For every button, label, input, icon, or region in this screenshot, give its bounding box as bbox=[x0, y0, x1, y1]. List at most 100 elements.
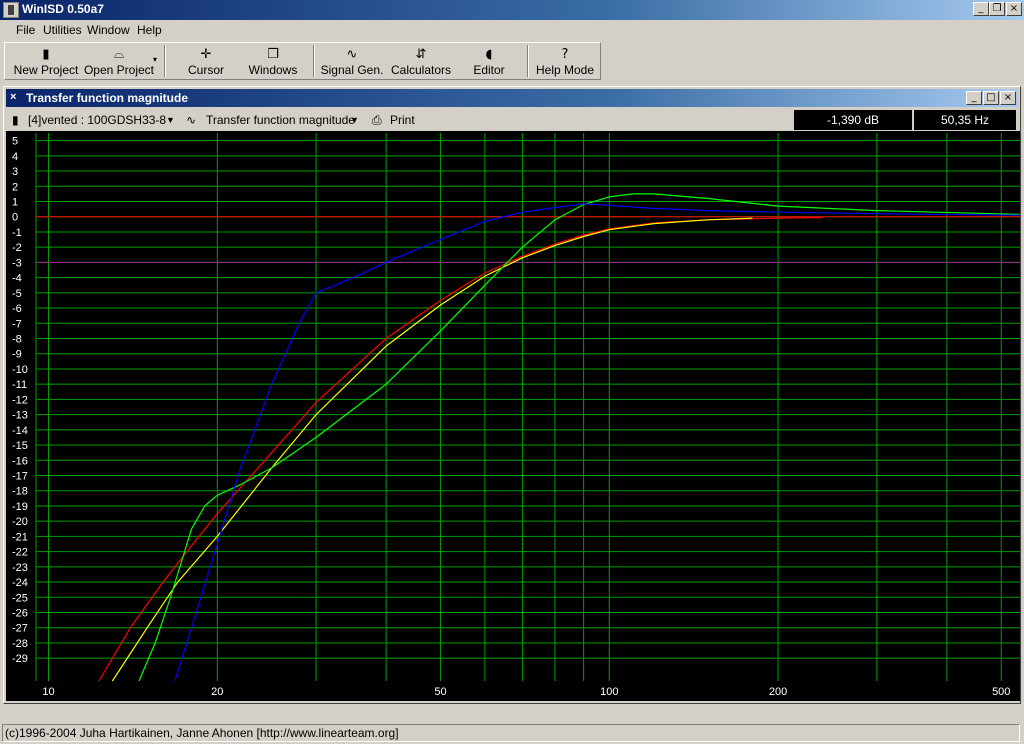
open-folder-icon: ⌓ bbox=[113, 47, 125, 62]
new-project-icon: ▮ bbox=[42, 47, 50, 62]
graph-wave-icon: ∿ bbox=[186, 113, 197, 127]
y-tick-label: -12 bbox=[12, 394, 28, 406]
child-close-button[interactable]: × bbox=[1000, 91, 1016, 105]
y-tick-label: -22 bbox=[12, 547, 28, 559]
y-tick-label: 1 bbox=[12, 197, 18, 209]
x-tick-label: 20 bbox=[211, 686, 223, 698]
db-readout: -1,390 dB bbox=[794, 110, 912, 130]
crosshair-icon: ✛ bbox=[200, 47, 212, 62]
toolbar-separator bbox=[527, 45, 529, 77]
print-button[interactable]: Print bbox=[390, 113, 415, 127]
y-tick-label: -19 bbox=[12, 501, 28, 513]
y-tick-label: 4 bbox=[12, 151, 18, 163]
y-tick-label: -3 bbox=[12, 257, 22, 269]
signal-gen-label: Signal Gen. bbox=[320, 63, 384, 77]
y-tick-label: -2 bbox=[12, 242, 22, 254]
project-icon: ▮ bbox=[12, 113, 19, 127]
child-minimize-button[interactable]: _ bbox=[966, 91, 982, 105]
series-line bbox=[138, 193, 1021, 682]
help-mode-label: Help Mode bbox=[535, 63, 595, 77]
y-tick-label: -24 bbox=[12, 577, 28, 589]
copyright-text: (c)1996-2004 Juha Hartikainen, Janne Aho… bbox=[2, 724, 1020, 742]
y-tick-label: -21 bbox=[12, 531, 28, 543]
y-tick-label: -29 bbox=[12, 653, 28, 665]
main-toolbar: ▮ New Project ⌓ Open Project ▾ ✛ Cursor … bbox=[4, 42, 601, 80]
close-button[interactable]: × bbox=[1006, 2, 1022, 16]
open-project-button[interactable]: ⌓ Open Project bbox=[81, 45, 157, 79]
child-window-icon[interactable]: × bbox=[10, 91, 16, 103]
open-project-label: Open Project bbox=[83, 63, 155, 77]
y-tick-label: -11 bbox=[12, 379, 27, 391]
editor-label: Editor bbox=[473, 63, 505, 77]
menu-window[interactable]: Window bbox=[87, 23, 130, 37]
transfer-function-chart[interactable]: 543210-1-2-3-4-5-6-7-8-9-10-11-12-13-14-… bbox=[6, 131, 1021, 701]
y-tick-label: -4 bbox=[12, 273, 22, 285]
series-line bbox=[174, 203, 1021, 682]
app-icon[interactable] bbox=[3, 2, 19, 18]
y-tick-label: -16 bbox=[12, 455, 28, 467]
x-tick-label: 50 bbox=[434, 686, 446, 698]
y-tick-label: -25 bbox=[12, 592, 28, 604]
y-tick-label: -15 bbox=[12, 440, 28, 452]
y-tick-label: -26 bbox=[12, 608, 28, 620]
y-tick-label: -23 bbox=[12, 562, 28, 574]
series-line bbox=[98, 216, 823, 682]
transfer-function-window: × Transfer function magnitude _ □ × ▮ [4… bbox=[3, 86, 1021, 704]
y-tick-label: -5 bbox=[12, 288, 22, 300]
y-tick-label: -6 bbox=[12, 303, 22, 315]
y-tick-label: -1 bbox=[12, 227, 22, 239]
project-dropdown-icon[interactable]: ▼ bbox=[166, 115, 175, 125]
y-tick-label: -9 bbox=[12, 349, 22, 361]
app-title-bar: WinISD 0.50a7 _ ❐ × bbox=[0, 0, 1024, 20]
menu-utilities[interactable]: Utilities bbox=[43, 23, 82, 37]
editor-icon: ◖ bbox=[485, 47, 493, 62]
menu-help[interactable]: Help bbox=[137, 23, 162, 37]
x-tick-label: 100 bbox=[600, 686, 618, 698]
windows-icon: ❐ bbox=[267, 47, 279, 62]
windows-button[interactable]: ❐ Windows bbox=[241, 45, 305, 79]
calculators-label: Calculators bbox=[390, 63, 452, 77]
open-project-dropdown-icon[interactable]: ▾ bbox=[153, 55, 157, 64]
y-tick-label: -13 bbox=[12, 410, 28, 422]
y-tick-label: -27 bbox=[12, 623, 28, 635]
cursor-button[interactable]: ✛ Cursor bbox=[173, 45, 239, 79]
status-bar: (c)1996-2004 Juha Hartikainen, Janne Aho… bbox=[0, 722, 1024, 744]
cursor-label: Cursor bbox=[187, 63, 224, 77]
new-project-button[interactable]: ▮ New Project bbox=[13, 45, 79, 79]
calculators-button[interactable]: ⇵ Calculators bbox=[389, 45, 453, 79]
app-title: WinISD 0.50a7 bbox=[22, 2, 104, 16]
y-tick-label: -14 bbox=[12, 425, 28, 437]
graph-select[interactable]: Transfer function magnitude bbox=[206, 113, 355, 127]
y-tick-label: -20 bbox=[12, 516, 28, 528]
question-icon: ? bbox=[561, 47, 569, 62]
toolbar-separator bbox=[164, 45, 166, 77]
y-tick-label: -8 bbox=[12, 334, 22, 346]
restore-button[interactable]: ❐ bbox=[989, 2, 1005, 16]
y-tick-label: -10 bbox=[12, 364, 28, 376]
project-select[interactable]: [4]vented : 100GDSH33-8 bbox=[28, 113, 166, 127]
new-project-label: New Project bbox=[13, 63, 79, 77]
child-window-title: Transfer function magnitude bbox=[26, 91, 189, 105]
minimize-button[interactable]: _ bbox=[973, 2, 989, 16]
hz-readout: 50,35 Hz bbox=[914, 110, 1016, 130]
y-tick-label: -17 bbox=[12, 471, 28, 483]
y-tick-label: -18 bbox=[12, 486, 28, 498]
help-mode-button[interactable]: ? Help Mode bbox=[533, 45, 597, 79]
x-tick-label: 500 bbox=[992, 686, 1010, 698]
editor-button[interactable]: ◖ Editor bbox=[459, 45, 519, 79]
calculator-icon: ⇵ bbox=[415, 47, 427, 62]
y-tick-label: 5 bbox=[12, 136, 18, 148]
signal-gen-button[interactable]: ∿ Signal Gen. bbox=[319, 45, 385, 79]
x-tick-label: 10 bbox=[42, 686, 54, 698]
series-line bbox=[111, 217, 753, 682]
plot-area[interactable]: 5 4 3 2 1 0 -1 -2 -3 -4 -5 -6 -7 -8 -9 -10 -11 -12 -13 -14-… bbox=[6, 131, 1021, 701]
print-icon: ⎙ bbox=[372, 113, 382, 127]
child-title-bar: × Transfer function magnitude _ □ × bbox=[6, 89, 1018, 107]
y-tick-label: 0 bbox=[12, 212, 18, 224]
y-tick-label: 2 bbox=[12, 181, 18, 193]
graph-dropdown-icon[interactable]: ▼ bbox=[350, 115, 359, 125]
child-maximize-button[interactable]: □ bbox=[983, 91, 999, 105]
y-tick-label: -7 bbox=[12, 318, 22, 330]
toolbar-separator bbox=[313, 45, 315, 77]
menu-file[interactable]: File bbox=[16, 23, 35, 37]
